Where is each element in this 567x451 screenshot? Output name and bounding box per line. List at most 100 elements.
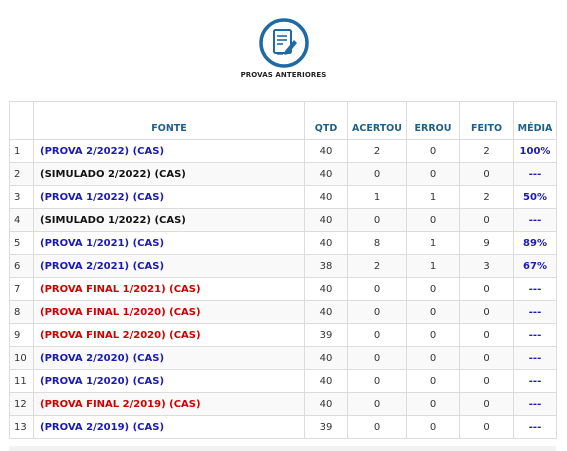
row-errou: 1 — [406, 231, 460, 255]
row-qtd: 40 — [304, 162, 348, 186]
column-header-media[interactable]: MÉDIA — [513, 101, 557, 140]
row-acertou: 0 — [347, 369, 407, 393]
row-acertou: 0 — [347, 346, 407, 370]
row-acertou: 0 — [347, 277, 407, 301]
row-acertou: 0 — [347, 323, 407, 347]
row-errou: 0 — [406, 415, 460, 439]
row-media: 89% — [513, 231, 557, 255]
table-row[interactable]: 4 (SIMULADO 1/2022) (CAS) 40 0 0 0 --- — [9, 208, 557, 232]
column-header-fonte[interactable]: FONTE — [33, 101, 305, 140]
row-fonte-link[interactable]: (PROVA 2/2021) (CAS) — [33, 254, 305, 278]
table-row[interactable]: 8 (PROVA FINAL 1/2020) (CAS) 40 0 0 0 --- — [9, 300, 557, 324]
row-index: 9 — [9, 323, 34, 347]
row-feito: 0 — [459, 162, 514, 186]
row-index: 11 — [9, 369, 34, 393]
row-errou: 0 — [406, 346, 460, 370]
row-index: 1 — [9, 139, 34, 163]
table-row[interactable]: 1 (PROVA 2/2022) (CAS) 40 2 0 2 100% — [9, 139, 557, 163]
row-feito: 0 — [459, 346, 514, 370]
row-errou: 0 — [406, 300, 460, 324]
row-feito: 0 — [459, 277, 514, 301]
row-qtd: 40 — [304, 346, 348, 370]
row-fonte-link[interactable]: (PROVA FINAL 1/2020) (CAS) — [33, 300, 305, 324]
row-media: --- — [513, 392, 557, 416]
row-errou: 0 — [406, 392, 460, 416]
row-feito: 0 — [459, 323, 514, 347]
table-row[interactable]: 9 (PROVA FINAL 2/2020) (CAS) 39 0 0 0 --- — [9, 323, 557, 347]
row-feito: 0 — [459, 369, 514, 393]
row-index: 10 — [9, 346, 34, 370]
column-header-feito[interactable]: FEITO — [459, 101, 514, 140]
row-index: 8 — [9, 300, 34, 324]
row-acertou: 0 — [347, 300, 407, 324]
row-index: 2 — [9, 162, 34, 186]
row-index: 6 — [9, 254, 34, 278]
table-row[interactable]: 5 (PROVA 1/2021) (CAS) 40 8 1 9 89% — [9, 231, 557, 255]
row-fonte-link[interactable]: (SIMULADO 2/2022) (CAS) — [33, 162, 305, 186]
row-fonte-link[interactable]: (PROVA 1/2020) (CAS) — [33, 369, 305, 393]
column-header-qtd[interactable]: QTD — [304, 101, 348, 140]
page-header: PROVAS ANTERIORES — [0, 18, 567, 79]
row-feito: 2 — [459, 139, 514, 163]
row-qtd: 40 — [304, 277, 348, 301]
row-acertou: 2 — [347, 254, 407, 278]
row-index: 4 — [9, 208, 34, 232]
table-row[interactable]: 7 (PROVA FINAL 1/2021) (CAS) 40 0 0 0 --- — [9, 277, 557, 301]
row-fonte-link[interactable]: (PROVA FINAL 1/2021) (CAS) — [33, 277, 305, 301]
table-row[interactable]: 10 (PROVA 2/2020) (CAS) 40 0 0 0 --- — [9, 346, 557, 370]
row-qtd: 40 — [304, 231, 348, 255]
row-feito: 0 — [459, 300, 514, 324]
row-acertou: 1 — [347, 185, 407, 209]
table-row[interactable]: 6 (PROVA 2/2021) (CAS) 38 2 1 3 67% — [9, 254, 557, 278]
table-row[interactable]: 2 (SIMULADO 2/2022) (CAS) 40 0 0 0 --- — [9, 162, 557, 186]
row-feito: 2 — [459, 185, 514, 209]
row-index: 12 — [9, 392, 34, 416]
table-row[interactable]: 3 (PROVA 1/2022) (CAS) 40 1 1 2 50% — [9, 185, 557, 209]
provas-table-container: FONTE QTD ACERTOU ERROU FEITO MÉDIA 1 (PR… — [9, 101, 557, 439]
row-fonte-link[interactable]: (PROVA FINAL 2/2020) (CAS) — [33, 323, 305, 347]
table-row[interactable]: 13 (PROVA 2/2019) (CAS) 39 0 0 0 --- — [9, 415, 557, 439]
row-errou: 0 — [406, 139, 460, 163]
row-index: 3 — [9, 185, 34, 209]
row-errou: 0 — [406, 162, 460, 186]
provas-table: FONTE QTD ACERTOU ERROU FEITO MÉDIA 1 (PR… — [9, 101, 557, 439]
table-row[interactable]: 12 (PROVA FINAL 2/2019) (CAS) 40 0 0 0 --- — [9, 392, 557, 416]
row-qtd: 40 — [304, 185, 348, 209]
row-fonte-link[interactable]: (PROVA FINAL 2/2019) (CAS) — [33, 392, 305, 416]
row-index: 5 — [9, 231, 34, 255]
row-fonte-link[interactable]: (PROVA 1/2022) (CAS) — [33, 185, 305, 209]
row-media: --- — [513, 277, 557, 301]
row-media: --- — [513, 162, 557, 186]
column-header-errou[interactable]: ERROU — [406, 101, 460, 140]
row-acertou: 8 — [347, 231, 407, 255]
row-media: --- — [513, 369, 557, 393]
row-fonte-link[interactable]: (SIMULADO 1/2022) (CAS) — [33, 208, 305, 232]
row-acertou: 0 — [347, 162, 407, 186]
table-bottom-edge — [9, 446, 556, 451]
row-media: 100% — [513, 139, 557, 163]
row-index: 13 — [9, 415, 34, 439]
row-qtd: 40 — [304, 300, 348, 324]
row-errou: 0 — [406, 277, 460, 301]
row-feito: 0 — [459, 415, 514, 439]
table-header-row: FONTE QTD ACERTOU ERROU FEITO MÉDIA — [9, 101, 557, 140]
row-fonte-link[interactable]: (PROVA 2/2022) (CAS) — [33, 139, 305, 163]
row-index: 7 — [9, 277, 34, 301]
row-feito: 3 — [459, 254, 514, 278]
row-media: --- — [513, 415, 557, 439]
row-errou: 0 — [406, 323, 460, 347]
row-acertou: 0 — [347, 208, 407, 232]
row-media: --- — [513, 323, 557, 347]
row-qtd: 39 — [304, 323, 348, 347]
row-acertou: 0 — [347, 415, 407, 439]
row-fonte-link[interactable]: (PROVA 2/2019) (CAS) — [33, 415, 305, 439]
row-feito: 0 — [459, 208, 514, 232]
page-title: PROVAS ANTERIORES — [240, 71, 327, 79]
row-fonte-link[interactable]: (PROVA 1/2021) (CAS) — [33, 231, 305, 255]
row-media: --- — [513, 346, 557, 370]
row-errou: 1 — [406, 185, 460, 209]
table-row[interactable]: 11 (PROVA 1/2020) (CAS) 40 0 0 0 --- — [9, 369, 557, 393]
column-header-acertou[interactable]: ACERTOU — [347, 101, 407, 140]
row-fonte-link[interactable]: (PROVA 2/2020) (CAS) — [33, 346, 305, 370]
column-header-index — [9, 101, 34, 140]
